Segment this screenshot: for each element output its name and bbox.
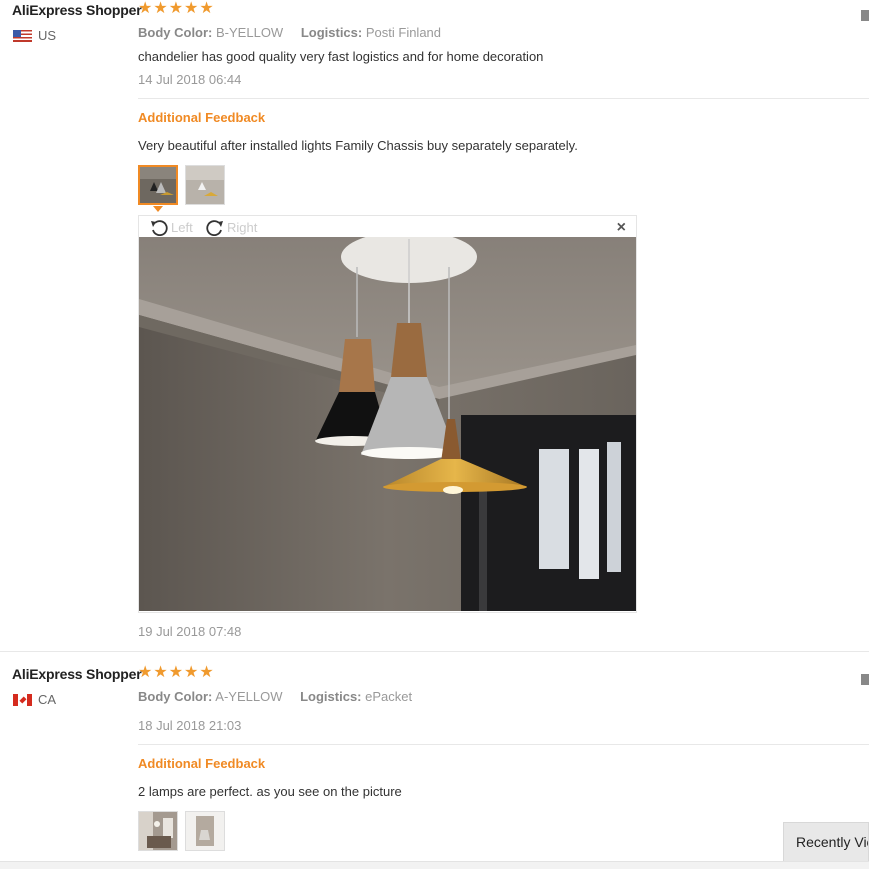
star-icon: ★ [168,664,184,681]
review-photo-thumbnail[interactable] [185,811,225,851]
reviewer-country: US [13,28,56,43]
divider [138,744,869,745]
review-date: 18 Jul 2018 21:03 [138,718,242,733]
rotate-right-icon [206,220,223,236]
additional-feedback-text: 2 lamps are perfect. as you see on the p… [138,784,402,799]
additional-feedback-label: Additional Feedback [138,756,266,771]
star-icon: ★ [199,664,214,681]
star-rating: ★ ★ ★ ★ ★ [138,1,214,17]
review-text: chandelier has good quality very fast lo… [138,49,544,64]
report-icon[interactable] [861,674,869,685]
order-info: Body Color: B-YELLOW Logistics: Posti Fi… [138,25,455,40]
review-item: AliExpress Shopper CA ★ ★ ★ ★ ★ Body Col… [0,652,869,869]
logistics-value: ePacket [365,689,413,704]
viewer-toolbar: Left Right × [139,216,636,237]
photo-viewer: Left Right × [138,215,637,613]
review-date: 14 Jul 2018 06:44 [138,72,242,87]
country-code: CA [38,692,57,707]
recently-viewed-tab[interactable]: Recently Viewed [783,822,869,862]
divider [138,98,869,99]
rotate-left-label: Left [171,219,193,235]
logistics-label: Logistics: [300,689,362,704]
reviewer-name: AliExpress Shopper [12,2,142,18]
star-icon: ★ [199,0,214,17]
selected-thumbnail-indicator [153,206,163,212]
reviewer-name: AliExpress Shopper [12,666,142,682]
body-color-value: B-YELLOW [216,25,284,40]
body-color-label: Body Color: [138,689,213,704]
logistics-value: Posti Finland [365,25,442,40]
review-item: AliExpress Shopper US ★ ★ ★ ★ ★ Body Col… [0,0,869,652]
additional-feedback-label: Additional Feedback [138,110,266,125]
rotate-left-button[interactable]: Left [149,218,193,236]
star-icon: ★ [138,664,153,681]
star-icon: ★ [184,664,199,681]
additional-feedback-date: 19 Jul 2018 07:48 [138,624,242,639]
review-photo-thumbnail[interactable] [138,165,178,205]
order-info: Body Color: A-YELLOW Logistics: ePacket [138,689,426,704]
star-rating: ★ ★ ★ ★ ★ [138,665,214,681]
star-icon: ★ [138,0,153,17]
star-icon: ★ [184,0,199,17]
reviewer-country: CA [13,692,56,707]
page-bottom-bar [0,861,869,869]
star-icon: ★ [153,0,168,17]
report-icon[interactable] [861,10,869,21]
country-code: US [38,28,57,43]
us-flag-icon [13,29,32,42]
body-color-label: Body Color: [138,25,213,40]
star-icon: ★ [153,664,168,681]
ca-flag-icon [13,693,32,706]
rotate-right-label: Right [227,219,258,235]
review-photo-thumbnail[interactable] [185,165,225,205]
additional-feedback-text: Very beautiful after installed lights Fa… [138,138,578,153]
review-photo-large [139,237,636,611]
close-viewer-button[interactable]: × [617,219,626,237]
body-color-value: A-YELLOW [215,689,283,704]
star-icon: ★ [168,0,184,17]
logistics-label: Logistics: [300,25,363,40]
rotate-left-icon [151,220,168,236]
review-photo-thumbnail[interactable] [138,811,178,851]
rotate-right-button[interactable]: Right [205,218,257,236]
